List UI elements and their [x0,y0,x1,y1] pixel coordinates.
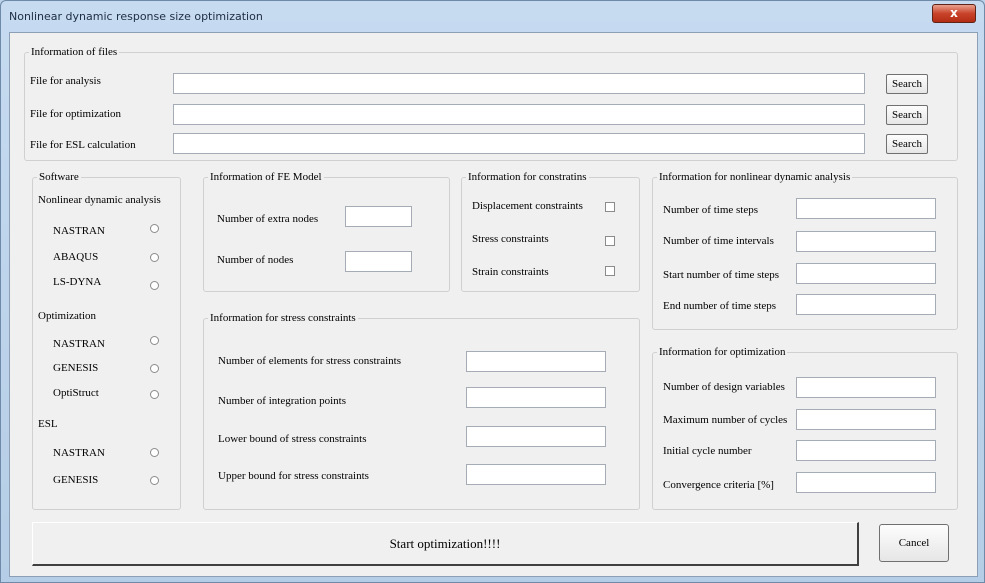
stress-constraints-group-legend: Information for stress constraints [210,312,356,324]
nonlinear-analysis-heading: Nonlinear dynamic analysis [38,194,161,206]
extra-nodes-label: Number of extra nodes [217,213,319,225]
time-intervals-label: Number of time intervals [663,235,774,247]
esl-option-nastran-label: NASTRAN [53,447,105,459]
convergence-criteria-input[interactable] [796,472,936,493]
stress-elements-label: Number of elements for stress constraint… [218,355,401,367]
stress-elements-input[interactable] [466,351,606,372]
file-analysis-label: File for analysis [30,75,101,87]
optimization-optistruct-radio[interactable] [150,390,159,399]
nodes-label: Number of nodes [217,254,294,266]
design-variables-input[interactable] [796,377,936,398]
stress-constraints-label: Stress constraints [472,233,549,245]
fe-model-group-legend: Information of FE Model [210,171,322,183]
app-window: Nonlinear dynamic response size optimiza… [0,0,985,583]
title-bar[interactable]: Nonlinear dynamic response size optimiza… [1,1,984,31]
nodes-input[interactable] [345,251,412,272]
strain-constraints-checkbox[interactable] [605,266,615,276]
extra-nodes-input[interactable] [345,206,412,227]
displacement-constraints-checkbox[interactable] [605,202,615,212]
time-intervals-input[interactable] [796,231,936,252]
end-time-steps-input[interactable] [796,294,936,315]
software-abaqus-radio[interactable] [150,253,159,262]
file-optimization-input[interactable] [173,104,865,125]
start-time-steps-input[interactable] [796,263,936,284]
file-analysis-search-button[interactable]: Search [886,74,928,94]
files-group-legend: Information of files [31,46,118,58]
integration-points-input[interactable] [466,387,606,408]
upper-bound-input[interactable] [466,464,606,485]
initial-cycle-label: Initial cycle number [663,445,752,457]
optimization-heading: Optimization [38,310,97,322]
optimization-genesis-radio[interactable] [150,364,159,373]
time-steps-label: Number of time steps [663,204,759,216]
esl-heading: ESL [38,418,58,430]
initial-cycle-input[interactable] [796,440,936,461]
software-lsdyna-radio[interactable] [150,281,159,290]
fe-model-group: Information of FE Model [203,171,450,292]
file-esl-label: File for ESL calculation [30,139,136,151]
file-analysis-input[interactable] [173,73,865,94]
close-icon: x [950,6,958,20]
dialog-body: Information of files File for analysis S… [9,32,978,577]
max-cycles-input[interactable] [796,409,936,430]
nonlinear-analysis-group-legend: Information for nonlinear dynamic analys… [659,171,851,183]
optimization-option-nastran-label: NASTRAN [53,338,105,350]
upper-bound-label: Upper bound for stress constraints [218,470,369,482]
software-option-lsdyna-label: LS-DYNA [53,276,102,288]
constraints-group-legend: Information for constratins [468,171,587,183]
esl-option-genesis-label: GENESIS [53,474,99,486]
optimization-info-group-legend: Information for optimization [659,346,786,358]
file-optimization-search-button[interactable]: Search [886,105,928,125]
stress-constraints-checkbox[interactable] [605,236,615,246]
cancel-button[interactable]: Cancel [879,524,949,562]
software-nastran-radio[interactable] [150,224,159,233]
software-option-nastran-label: NASTRAN [53,225,105,237]
esl-genesis-radio[interactable] [150,476,159,485]
end-time-steps-label: End number of time steps [663,300,777,312]
start-optimization-button[interactable]: Start optimization!!!! [32,522,859,566]
file-esl-search-button[interactable]: Search [886,134,928,154]
integration-points-label: Number of integration points [218,395,347,407]
optimization-nastran-radio[interactable] [150,336,159,345]
convergence-criteria-label: Convergence criteria [%] [663,479,774,491]
close-button[interactable]: x [932,4,976,23]
lower-bound-label: Lower bound of stress constraints [218,433,367,445]
software-group-legend: Software [39,171,79,183]
window-title: Nonlinear dynamic response size optimiza… [9,10,263,23]
optimization-option-optistruct-label: OptiStruct [53,387,99,399]
esl-nastran-radio[interactable] [150,448,159,457]
strain-constraints-label: Strain constraints [472,266,549,278]
software-option-abaqus-label: ABAQUS [53,251,99,263]
optimization-option-genesis-label: GENESIS [53,362,99,374]
time-steps-input[interactable] [796,198,936,219]
file-esl-input[interactable] [173,133,865,154]
design-variables-label: Number of design variables [663,381,785,393]
max-cycles-label: Maximum number of cycles [663,414,788,426]
start-time-steps-label: Start number of time steps [663,269,780,281]
lower-bound-input[interactable] [466,426,606,447]
displacement-constraints-label: Displacement constraints [472,200,583,212]
file-optimization-label: File for optimization [30,108,122,120]
